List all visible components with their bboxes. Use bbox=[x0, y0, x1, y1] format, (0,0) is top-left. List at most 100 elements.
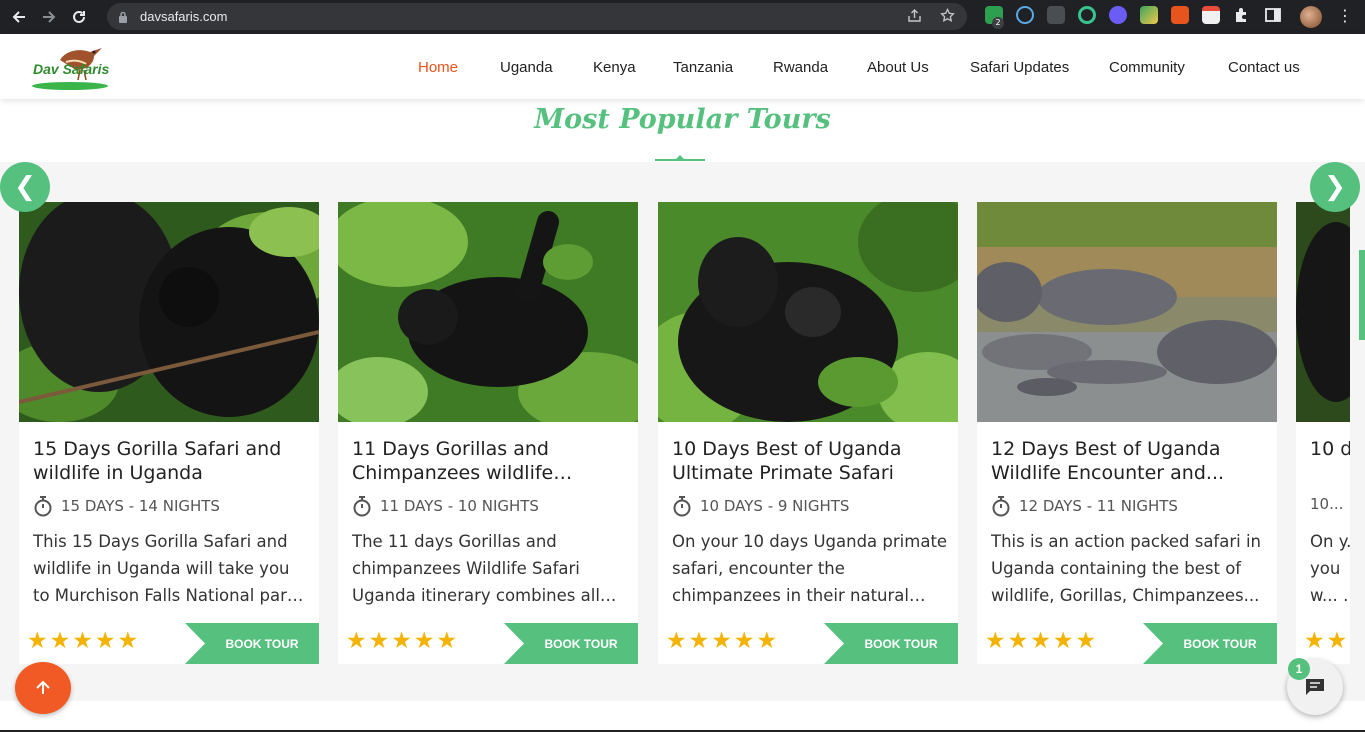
nav-safari-updates[interactable]: Safari Updates bbox=[970, 59, 1069, 76]
section-title: Most Popular Tours bbox=[534, 104, 831, 135]
nav-tanzania[interactable]: Tanzania bbox=[673, 59, 733, 76]
tag-extension-icon[interactable] bbox=[1171, 6, 1189, 24]
star-icon: ★ bbox=[49, 628, 71, 654]
star-icon: ★ bbox=[756, 628, 778, 654]
nav-home[interactable]: Home bbox=[418, 59, 458, 76]
tour-description: On your 10 days Uganda primate safari, e… bbox=[672, 532, 948, 605]
menu-kebab-icon[interactable]: ⋮ bbox=[1337, 6, 1353, 25]
chat-icon bbox=[1306, 679, 1324, 695]
share-icon[interactable] bbox=[907, 8, 922, 27]
target-extension-icon[interactable] bbox=[1078, 6, 1096, 24]
tour-duration: 10 DAYS - 9 NIGHTS bbox=[672, 495, 849, 517]
logo-text: Dav Safaris bbox=[33, 61, 110, 77]
tour-title[interactable]: 10 Days Best of Uganda Ultimate Primate … bbox=[672, 437, 948, 485]
tour-card[interactable]: 15 Days Gorilla Safari and wildlife in U… bbox=[19, 202, 319, 664]
star-icon: ★ bbox=[436, 628, 458, 654]
tour-image-young-gorilla[interactable] bbox=[338, 202, 638, 422]
nav-kenya[interactable]: Kenya bbox=[593, 59, 636, 76]
tour-duration: 15 DAYS - 14 NIGHTS bbox=[33, 495, 220, 517]
rating-stars: ★ ★ ★ ★ ★ bbox=[666, 630, 777, 653]
star-icon: ★ bbox=[72, 628, 93, 654]
tour-card-partial[interactable]: 10 da... Wild... 10... On y... you w... … bbox=[1296, 202, 1350, 664]
sidepanel-icon[interactable] bbox=[1264, 6, 1282, 24]
tour-duration-text: 11 DAYS - 10 NIGHTS bbox=[380, 497, 539, 515]
tour-description: This is an action packed safari in Ugand… bbox=[991, 532, 1262, 605]
site-logo[interactable]: Dav Safaris bbox=[30, 42, 110, 92]
carousel-next-button[interactable]: ❯ bbox=[1310, 162, 1360, 212]
tour-duration-text: 10 DAYS - 9 NIGHTS bbox=[700, 497, 850, 515]
diamond-extension-icon[interactable] bbox=[1140, 6, 1158, 24]
tour-card[interactable]: 11 Days Gorillas and Chimpanzees wildlif… bbox=[338, 202, 638, 664]
tour-title[interactable]: 10 da... Wild... bbox=[1310, 437, 1350, 461]
tour-duration-text: 15 DAYS - 14 NIGHTS bbox=[61, 497, 220, 515]
stopwatch-icon bbox=[992, 496, 1010, 517]
book-tour-button[interactable]: BOOK TOUR bbox=[185, 623, 319, 664]
star-icon: ★ bbox=[688, 628, 710, 654]
tour-image-gorilla-mother-baby[interactable] bbox=[658, 202, 958, 422]
rating-stars: ★ ★ ★ ★ ★ bbox=[985, 630, 1096, 653]
page-scrollbar[interactable] bbox=[1359, 250, 1365, 340]
tour-card[interactable]: 12 Days Best of Uganda Wildlife Encounte… bbox=[977, 202, 1277, 664]
tour-duration: 10... bbox=[1310, 495, 1343, 513]
rating-stars: ★ ★ ★ ★ ★ bbox=[346, 630, 457, 653]
gear-extension-icon[interactable] bbox=[1109, 6, 1127, 24]
tour-title[interactable]: 12 Days Best of Uganda Wildlife Encounte… bbox=[991, 437, 1267, 485]
lock-icon bbox=[118, 11, 130, 23]
profile-avatar[interactable] bbox=[1300, 6, 1322, 28]
browser-toolbar: davsafaris.com 2 ⋮ bbox=[0, 0, 1365, 34]
stopwatch-icon bbox=[34, 496, 52, 517]
tour-duration-text: 12 DAYS - 11 NIGHTS bbox=[1019, 497, 1178, 515]
star-icon: ★ bbox=[985, 628, 1006, 654]
star-icon: ★ bbox=[1075, 628, 1097, 654]
star-icon: ★ bbox=[413, 628, 435, 654]
star-icon: ★ bbox=[1304, 628, 1325, 654]
page-bottom bbox=[0, 701, 1365, 732]
rating-stars: ★ ★ bbox=[1304, 630, 1347, 653]
star-icon: ★ bbox=[391, 628, 412, 654]
puzzle-icon[interactable] bbox=[1233, 6, 1251, 24]
rating-stars: ★ ★ ★ ★ ★ bbox=[27, 630, 138, 653]
tour-card[interactable]: 10 Days Best of Uganda Ultimate Primate … bbox=[658, 202, 958, 664]
react-extension-icon[interactable] bbox=[1016, 6, 1034, 24]
reload-icon[interactable] bbox=[68, 6, 90, 28]
bookmark-star-icon[interactable] bbox=[940, 7, 955, 27]
star-icon: ★ bbox=[94, 628, 116, 654]
back-icon[interactable] bbox=[8, 6, 30, 28]
tour-title[interactable]: 11 Days Gorillas and Chimpanzees wildlif… bbox=[352, 437, 628, 485]
title-notch bbox=[675, 155, 685, 160]
window-extension-icon[interactable] bbox=[1047, 6, 1065, 24]
calendar-extension-icon[interactable] bbox=[1202, 6, 1220, 24]
star-icon: ★ bbox=[117, 628, 139, 654]
star-icon: ★ bbox=[1030, 628, 1051, 654]
star-icon: ★ bbox=[733, 628, 755, 654]
nav-about-us[interactable]: About Us bbox=[867, 59, 929, 76]
forward-icon[interactable] bbox=[38, 6, 60, 28]
stopwatch-icon bbox=[353, 496, 371, 517]
star-icon: ★ bbox=[27, 628, 48, 654]
star-icon: ★ bbox=[368, 628, 390, 654]
star-icon: ★ bbox=[1326, 628, 1348, 654]
tour-description: This 15 Days Gorilla Safari and wildlife… bbox=[33, 532, 297, 605]
arrow-up-icon bbox=[36, 680, 50, 694]
tour-description: The 11 days Gorillas and chimpanzees Wil… bbox=[352, 532, 600, 605]
star-icon: ★ bbox=[1052, 628, 1074, 654]
nav-uganda[interactable]: Uganda bbox=[500, 59, 553, 76]
book-tour-button[interactable]: BOOK TOUR bbox=[1143, 623, 1277, 664]
star-icon: ★ bbox=[711, 628, 732, 654]
scroll-to-top-button[interactable] bbox=[15, 662, 71, 714]
tour-image-partial[interactable] bbox=[1296, 202, 1350, 422]
tour-title[interactable]: 15 Days Gorilla Safari and wildlife in U… bbox=[33, 437, 309, 485]
tour-description: On y... you w... Big f... bbox=[1310, 532, 1350, 605]
nav-contact-us[interactable]: Contact us bbox=[1228, 59, 1300, 76]
star-icon: ★ bbox=[1007, 628, 1029, 654]
site-header: Dav Safaris Home Uganda Kenya Tanzania R… bbox=[0, 34, 1365, 99]
book-tour-button[interactable]: BOOK TOUR bbox=[504, 623, 638, 664]
tour-image-gorilla-pair[interactable] bbox=[19, 202, 319, 422]
carousel-prev-button[interactable]: ❮ bbox=[0, 162, 50, 212]
address-bar[interactable]: davsafaris.com bbox=[107, 3, 967, 30]
tour-image-hippos[interactable] bbox=[977, 202, 1277, 422]
nav-rwanda[interactable]: Rwanda bbox=[773, 59, 828, 76]
star-icon: ★ bbox=[666, 628, 687, 654]
nav-community[interactable]: Community bbox=[1109, 59, 1185, 76]
book-tour-button[interactable]: BOOK TOUR bbox=[824, 623, 958, 664]
